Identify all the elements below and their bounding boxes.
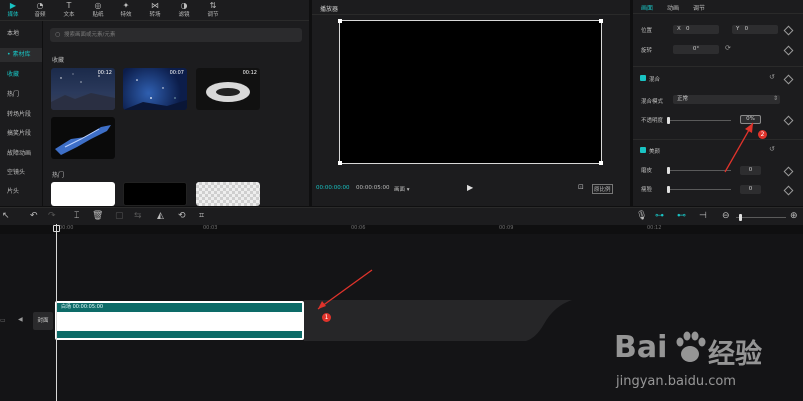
step-badge-1: 1 [322,313,331,322]
paw-logo-icon [676,331,706,362]
watermark-brand-cn: 经验 [708,339,762,370]
baidu-jingyan-watermark: Bai 经验 jingyan.baidu.com [612,316,802,398]
watermark-brand: Bai [614,330,668,365]
watermark-url: jingyan.baidu.com [616,374,736,389]
step-badge-2: 2 [758,130,767,139]
